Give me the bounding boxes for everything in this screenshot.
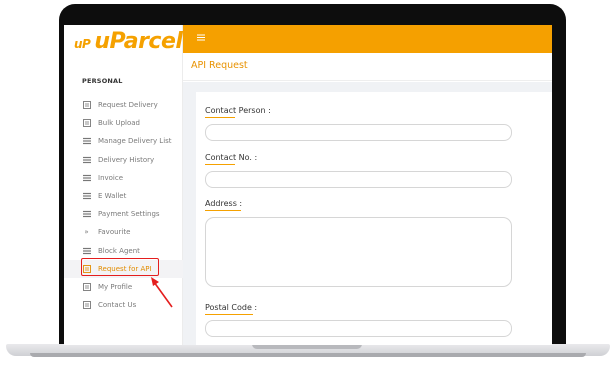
sidebar-item-label: Block Agent (98, 246, 140, 255)
double-chevron-icon: » (84, 228, 89, 237)
sidebar-item-label: Contact Us (98, 301, 137, 310)
list-icon (82, 137, 91, 146)
sidebar-item-e-wallet[interactable]: E Wallet (64, 187, 183, 205)
sidebar-item-label: Invoice (98, 173, 124, 182)
api-request-form: Contact Person : Contact No. : Address :… (196, 92, 552, 345)
label-underline (205, 116, 235, 118)
sidebar-item-delivery-history[interactable]: Delivery History (64, 151, 183, 169)
logo-wordmark: uParcel (94, 28, 183, 54)
annotation-highlight-box (81, 258, 159, 276)
label-underline (205, 313, 253, 315)
sidebar-item-label: Payment Settings (98, 210, 160, 219)
list-icon (82, 155, 91, 164)
label-underline (205, 209, 241, 211)
sidebar-item-manage-delivery-list[interactable]: Manage Delivery List (64, 132, 183, 150)
sidebar-item-request-delivery[interactable]: Request Delivery (64, 96, 183, 114)
doc-list-icon (82, 101, 91, 110)
doc-list-icon (82, 282, 91, 291)
list-icon (82, 173, 91, 182)
screen: uP uParcel PERSONAL Request Delivery Bulk… (64, 25, 552, 345)
list-icon (82, 246, 91, 255)
laptop-mockup: uP uParcel PERSONAL Request Delivery Bulk… (0, 0, 614, 371)
sidebar-item-label: E Wallet (98, 192, 127, 201)
postal-code-label: Postal Code : (205, 303, 257, 315)
sidebar-item-payment-settings[interactable]: Payment Settings (64, 205, 183, 223)
contact-person-input[interactable] (205, 124, 512, 141)
sidebar-item-bulk-upload[interactable]: Bulk Upload (64, 114, 183, 132)
contact-no-label: Contact No. : (205, 153, 257, 165)
list-icon (82, 210, 91, 219)
annotation-arrow-icon (151, 277, 173, 308)
laptop-base-shadow (30, 353, 586, 357)
sidebar-item-label: Request Delivery (98, 101, 158, 110)
doc-list-icon (82, 119, 91, 128)
page-title: API Request (191, 60, 248, 71)
page-header: API Request (183, 53, 552, 81)
doc-list-icon (82, 301, 91, 310)
sidebar-item-label: Delivery History (98, 155, 155, 164)
sidebar-item-label: Manage Delivery List (98, 137, 172, 146)
logo-mark: uP (74, 36, 91, 51)
postal-code-input[interactable] (205, 320, 512, 337)
label-underline (205, 163, 235, 165)
contact-no-input[interactable] (205, 171, 512, 188)
hamburger-icon[interactable] (197, 34, 205, 44)
sidebar-item-favourite[interactable]: » Favourite (64, 223, 183, 241)
top-bar (183, 25, 552, 53)
sidebar-section-title: PERSONAL (82, 77, 123, 85)
address-textarea[interactable] (205, 217, 512, 287)
sidebar-item-invoice[interactable]: Invoice (64, 169, 183, 187)
sidebar-item-label: My Profile (98, 282, 133, 291)
list-icon (82, 192, 91, 201)
main-content: Contact Person : Contact No. : Address :… (183, 82, 552, 345)
sidebar-item-label: Bulk Upload (98, 119, 140, 128)
address-label: Address : (205, 199, 242, 211)
logo[interactable]: uP uParcel (64, 25, 183, 57)
sidebar: uP uParcel PERSONAL Request Delivery Bulk… (64, 25, 183, 345)
contact-person-label: Contact Person : (205, 106, 271, 118)
sidebar-item-label: Favourite (98, 228, 131, 237)
sidebar-item-block-agent[interactable]: Block Agent (64, 242, 183, 260)
